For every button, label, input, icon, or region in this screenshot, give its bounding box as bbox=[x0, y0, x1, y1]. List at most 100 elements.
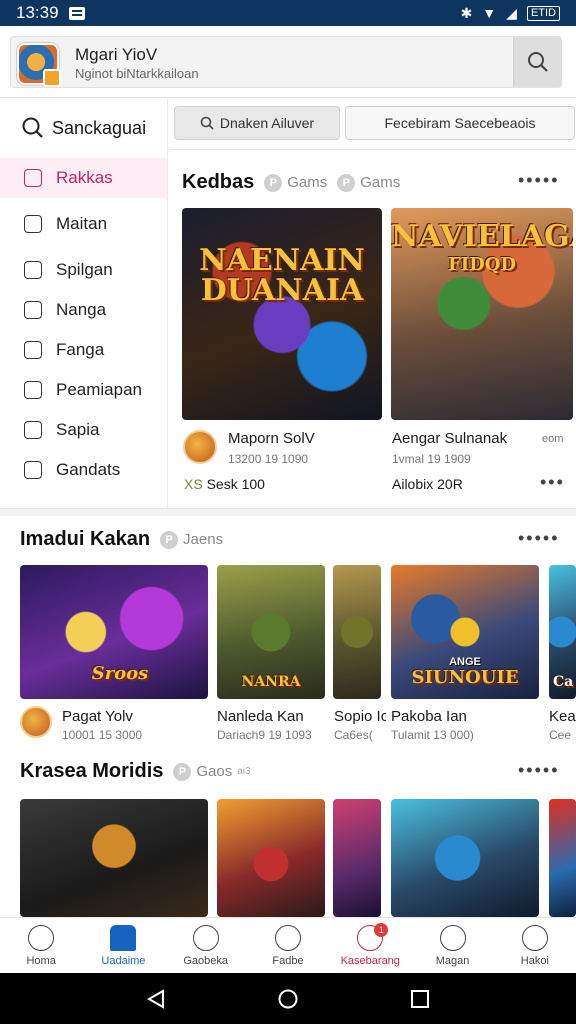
sidebar-item-spilgan[interactable]: Spilgan bbox=[0, 250, 167, 290]
filter-chip-2-label: Fecebiram Saecebeaois bbox=[384, 115, 536, 131]
home-icon bbox=[28, 924, 55, 951]
search-icon bbox=[527, 52, 548, 72]
nav-label: Fadbe bbox=[272, 954, 304, 967]
sidebar-item-gandats[interactable]: Gandats bbox=[0, 450, 167, 490]
nav-label: Homa bbox=[26, 954, 56, 967]
game-card-12-image[interactable] bbox=[549, 799, 576, 917]
sidebar-item-maitan[interactable]: Maitan bbox=[0, 204, 167, 244]
section-1-more-button[interactable]: ••••• bbox=[518, 170, 560, 191]
sidebar-item-label: Maitan bbox=[56, 214, 108, 233]
sidebar-item-sapia[interactable]: Sapia bbox=[0, 410, 167, 450]
game-card-4-image[interactable]: NANRA bbox=[217, 565, 325, 699]
game-card-1-art-title: NAENAIN DUANAIA bbox=[199, 243, 365, 308]
game-card-7-title[interactable]: Kea bbox=[549, 708, 576, 725]
sidebar-item-label: Fanga bbox=[56, 340, 105, 359]
game-card-2-title[interactable]: Aengar Sulnanak bbox=[392, 430, 507, 447]
back-icon[interactable] bbox=[145, 988, 167, 1010]
nav-item-gaobeka[interactable]: Gaobeka bbox=[165, 918, 247, 973]
search-icon bbox=[22, 117, 43, 138]
game-card-3-image[interactable]: Sroos bbox=[20, 565, 208, 699]
app-icon[interactable] bbox=[17, 43, 61, 87]
sidebar-search-label: Sanckaguai bbox=[52, 117, 147, 138]
profile-icon bbox=[521, 924, 548, 951]
game-card-7-meta: Cee bbox=[549, 728, 572, 742]
section-2-tag[interactable]: P Jaens bbox=[160, 530, 223, 549]
tag-label: Gams bbox=[287, 174, 328, 191]
thumb-icon bbox=[24, 169, 42, 187]
header-subtitle: Nginot biNtarkkailoan bbox=[75, 66, 199, 81]
section-2-more-button[interactable]: ••••• bbox=[518, 528, 560, 549]
sidebar-item-label: Rakkas bbox=[56, 168, 113, 187]
nav-item-magan[interactable]: Magan bbox=[411, 918, 493, 973]
section-1-header: Kedbas P Gams P Gams bbox=[182, 171, 400, 194]
wifi-icon: ▼ bbox=[482, 5, 497, 21]
social-icon bbox=[192, 924, 219, 951]
sidebar-item-rakkas[interactable]: Rakkas bbox=[0, 158, 167, 198]
game-card-1-image[interactable]: NAENAIN DUANAIA bbox=[182, 208, 382, 420]
game-card-2-stat: Ailobix 20R bbox=[392, 476, 463, 492]
game-card-11-image[interactable] bbox=[391, 799, 539, 917]
search-bar[interactable]: Mgari YioV Nginot biNtarkkailoan bbox=[10, 36, 562, 88]
sidebar-item-peamiapan[interactable]: Peamiapan bbox=[0, 370, 167, 410]
avatar[interactable] bbox=[20, 706, 52, 738]
game-card-10-image[interactable] bbox=[333, 799, 381, 917]
section-divider bbox=[0, 508, 576, 516]
game-card-2-extra: eom bbox=[542, 433, 564, 445]
game-card-6-image[interactable]: ANGE SIUNOUIE bbox=[391, 565, 539, 699]
nav-label: Kasebarang bbox=[340, 954, 400, 967]
home-button-icon[interactable] bbox=[277, 988, 299, 1010]
stat-prefix: XS bbox=[184, 476, 203, 492]
bookmark-icon bbox=[110, 924, 137, 951]
game-card-6-art-title: SIUNOUIE bbox=[411, 667, 519, 688]
tag-label: Gams bbox=[360, 174, 401, 191]
clock-icon bbox=[439, 924, 466, 951]
sidebar-search[interactable]: Sanckaguai bbox=[0, 98, 167, 158]
tag-label: Gaos bbox=[196, 763, 233, 780]
sidebar-item-fanga[interactable]: Fanga bbox=[0, 330, 167, 370]
header-title: Mgari YioV bbox=[75, 45, 158, 64]
section-3-title: Krasea Moridis bbox=[20, 760, 164, 782]
section-2-header: Imadui Kakan P Jaens bbox=[20, 528, 223, 551]
game-card-2-image[interactable]: NAVIELAGA FIDQD bbox=[391, 208, 573, 420]
game-card-5-image[interactable] bbox=[333, 565, 381, 699]
thumb-icon bbox=[24, 215, 42, 233]
game-card-9-image[interactable] bbox=[217, 799, 325, 917]
sidebar-item-nanga[interactable]: Nanga bbox=[0, 290, 167, 330]
game-card-2-more-button[interactable]: ••• bbox=[540, 472, 565, 493]
avatar[interactable] bbox=[183, 430, 217, 464]
game-card-1-title[interactable]: Maporn SolV bbox=[228, 430, 315, 447]
game-card-4-title[interactable]: Nanleda Kan bbox=[217, 708, 304, 725]
nav-label: Uadaime bbox=[101, 954, 146, 967]
tag-icon: P bbox=[264, 173, 283, 192]
game-card-8-image[interactable] bbox=[20, 799, 208, 917]
filter-chip-1[interactable]: Dnaken Ailuver bbox=[174, 106, 340, 140]
section-3-header: Krasea Moridis P Gaos ai3 bbox=[20, 760, 251, 783]
nav-item-fadbe[interactable]: Fadbe bbox=[247, 918, 329, 973]
recents-icon[interactable] bbox=[409, 988, 431, 1010]
nav-item-hakoi[interactable]: Hakoi bbox=[494, 918, 576, 973]
section-3-tag[interactable]: P Gaos ai3 bbox=[173, 762, 251, 781]
section-1-tag-1[interactable]: P Gams bbox=[264, 173, 328, 192]
nav-item-kasebarang[interactable]: 1 Kasebarang bbox=[329, 918, 411, 973]
search-button[interactable] bbox=[513, 37, 561, 87]
game-card-5-title[interactable]: Sopio Ic bbox=[334, 708, 386, 725]
nav-item-uadaime[interactable]: Uadaime bbox=[82, 918, 164, 973]
section-1-title: Kedbas bbox=[182, 171, 255, 193]
game-card-7-image[interactable]: Ca bbox=[549, 565, 576, 699]
game-card-3-title[interactable]: Pagat Yolv bbox=[62, 708, 133, 725]
section-1-tag-2[interactable]: P Gams bbox=[337, 173, 401, 192]
game-card-7-art-title: Ca bbox=[553, 674, 574, 690]
compass-icon bbox=[274, 924, 301, 951]
filter-chip-2[interactable]: Fecebiram Saecebeaois bbox=[345, 106, 575, 140]
filter-bar: Dnaken Ailuver Fecebiram Saecebeaois bbox=[170, 98, 576, 150]
section-3-more-button[interactable]: ••••• bbox=[518, 760, 560, 781]
bluetooth-icon: ✱ bbox=[460, 4, 473, 21]
battery-indicator: ETID bbox=[526, 5, 560, 21]
game-card-6-title[interactable]: Pakoba Ian bbox=[391, 708, 467, 725]
game-card-3-meta: 10001 15 3000 bbox=[62, 728, 143, 742]
chat-icon bbox=[24, 421, 42, 439]
stat-value: Sesk 100 bbox=[206, 476, 265, 492]
game-card-2-art-title: NAVIELAGA bbox=[391, 219, 573, 254]
nav-item-home[interactable]: Homa bbox=[0, 918, 82, 973]
nav-label: Gaobeka bbox=[183, 954, 229, 967]
